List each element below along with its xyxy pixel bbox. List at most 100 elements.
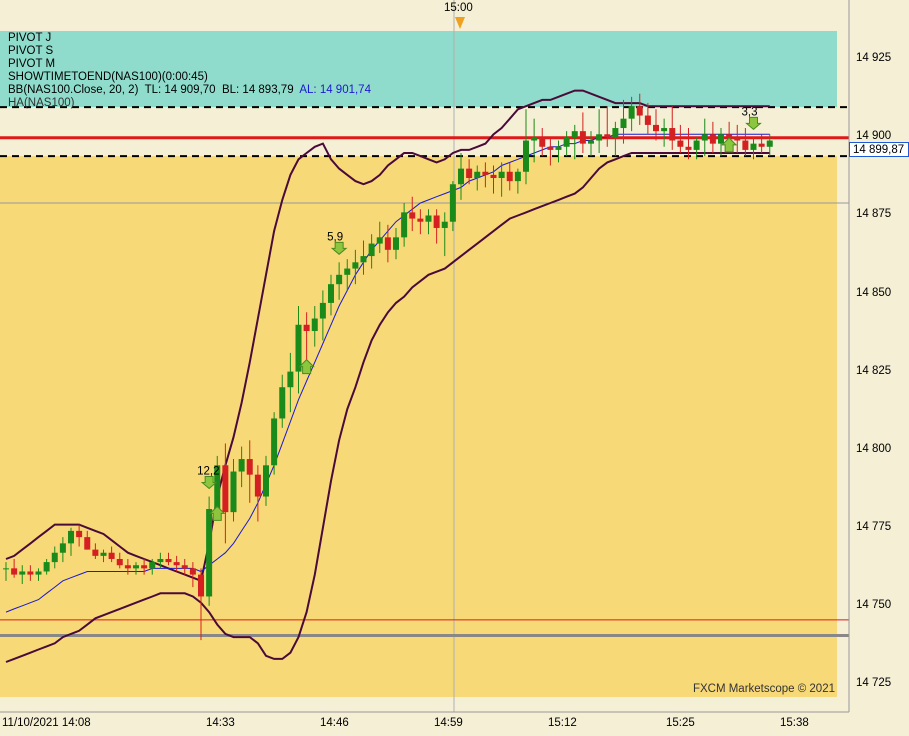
candle-body[interactable] [523, 140, 529, 172]
candle-body[interactable] [514, 171, 521, 182]
candle-body[interactable] [198, 574, 204, 597]
candle-body[interactable] [661, 128, 668, 132]
candle-body[interactable] [246, 459, 253, 475]
candle-body[interactable] [555, 146, 562, 150]
candle-body[interactable] [133, 565, 139, 569]
candle-body[interactable] [401, 212, 408, 238]
candle-body[interactable] [628, 106, 635, 119]
candle-body[interactable] [604, 134, 611, 138]
candle-body[interactable] [620, 118, 627, 129]
candle-body[interactable] [596, 134, 603, 141]
candle-body[interactable] [141, 565, 148, 569]
candle-body[interactable] [701, 134, 708, 141]
candle-body[interactable] [149, 562, 156, 569]
candle-body[interactable] [644, 115, 651, 125]
candle-body[interactable] [466, 168, 473, 178]
candle-body[interactable] [718, 134, 724, 144]
candle-body[interactable] [490, 174, 497, 178]
candle-body[interactable] [165, 558, 172, 563]
candle-body[interactable] [19, 571, 26, 575]
candle-body[interactable] [506, 171, 513, 182]
candle-body[interactable] [27, 571, 34, 575]
candle-body[interactable] [124, 565, 131, 569]
candle-body[interactable] [425, 215, 432, 222]
candle-body[interactable] [441, 221, 448, 228]
candle-body[interactable] [11, 568, 18, 575]
candle-body[interactable] [612, 128, 619, 138]
candle-body[interactable] [344, 268, 351, 275]
candle-body[interactable] [677, 140, 684, 147]
signal-label: 5,9 [327, 231, 343, 243]
candle-body[interactable] [222, 465, 229, 513]
chart-canvas[interactable]: 12,2 5,9 3,3 [0, 0, 909, 736]
candle-body[interactable] [254, 474, 261, 497]
candle-body[interactable] [68, 530, 74, 544]
candle-body[interactable] [685, 146, 692, 150]
candle-body[interactable] [571, 131, 578, 138]
candle-body[interactable] [417, 218, 424, 222]
candle-body[interactable] [531, 137, 538, 141]
candle-body[interactable] [458, 168, 464, 185]
candle-body[interactable] [271, 418, 278, 466]
candle-body[interactable] [230, 471, 237, 513]
candle-body[interactable] [482, 171, 489, 175]
candle-body[interactable] [181, 565, 188, 569]
candle-body[interactable] [669, 128, 676, 141]
candle-body[interactable] [636, 106, 643, 116]
candle-body[interactable] [100, 552, 107, 556]
candle-body[interactable] [498, 171, 505, 178]
legend-bb-al: AL: 14 901,74 [299, 84, 371, 96]
candle-body[interactable] [295, 324, 302, 372]
candle-body[interactable] [206, 509, 213, 597]
candle-body[interactable] [352, 262, 359, 269]
candle-body[interactable] [116, 558, 123, 566]
candle-body[interactable] [384, 237, 391, 250]
candle-body[interactable] [750, 143, 757, 150]
candle-body[interactable] [59, 543, 66, 553]
candle-body[interactable] [328, 284, 334, 303]
candle-body[interactable] [547, 146, 554, 150]
candle-body[interactable] [742, 140, 749, 150]
candle-body[interactable] [189, 568, 196, 575]
candle-body[interactable] [563, 137, 570, 147]
candle-body[interactable] [449, 184, 456, 222]
candle-body[interactable] [709, 134, 716, 144]
candle-body[interactable] [287, 371, 294, 388]
candle-body[interactable] [35, 571, 42, 575]
candle-body[interactable] [393, 237, 399, 250]
candle-body[interactable] [588, 140, 594, 144]
candle-body[interactable] [76, 530, 83, 538]
candle-body[interactable] [766, 140, 773, 147]
candle-body[interactable] [433, 215, 440, 228]
candle-body[interactable] [303, 324, 310, 332]
signal-label: 12,2 [197, 466, 219, 478]
candle-body[interactable] [84, 537, 91, 550]
candle-body[interactable] [726, 134, 733, 138]
candle-body[interactable] [336, 274, 343, 285]
candle-body[interactable] [311, 318, 318, 332]
candle-body[interactable] [734, 137, 741, 141]
candle-body[interactable] [279, 387, 286, 419]
y-tick-label: 14 825 [856, 364, 892, 377]
candle-body[interactable] [409, 212, 416, 219]
candle-body[interactable] [173, 562, 180, 566]
candle-body[interactable] [157, 558, 164, 563]
candle-body[interactable] [92, 549, 99, 556]
candle-body[interactable] [693, 140, 700, 150]
candle-body[interactable] [360, 256, 367, 263]
candle-body[interactable] [474, 171, 481, 178]
candle-body[interactable] [758, 143, 765, 147]
candle-body[interactable] [653, 124, 659, 132]
candle-body[interactable] [51, 552, 58, 563]
candle-body[interactable] [539, 137, 546, 147]
candle-body[interactable] [319, 302, 326, 319]
candle-body[interactable] [376, 237, 383, 244]
candle-body[interactable] [263, 465, 269, 497]
x-tick-label: 11/10/2021 14:08 [2, 717, 91, 729]
candle-body[interactable] [238, 459, 245, 472]
candle-body[interactable] [108, 552, 115, 559]
candle-body[interactable] [579, 131, 586, 144]
candle-body[interactable] [43, 562, 50, 572]
candle-body[interactable] [368, 243, 375, 257]
candle-body[interactable] [3, 568, 9, 570]
